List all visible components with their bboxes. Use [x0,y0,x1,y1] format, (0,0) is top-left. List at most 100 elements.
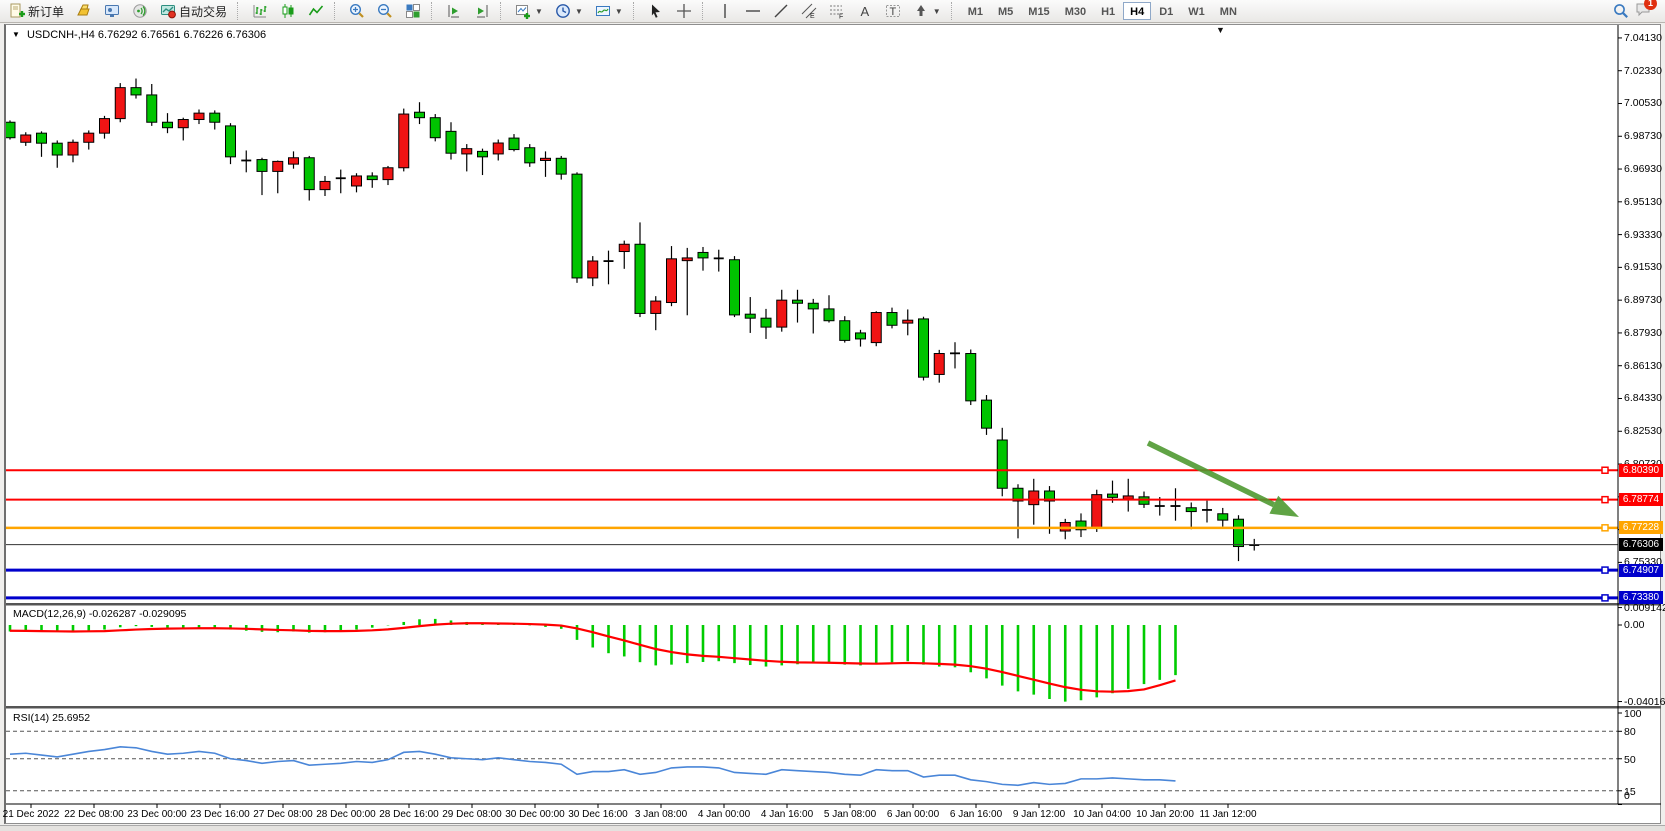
candle [1076,513,1086,537]
price-line-badge: 6.80390 [1619,464,1663,477]
candle [871,311,881,346]
signal-button[interactable] [127,1,153,21]
time-tick-label: 27 Dec 08:00 [253,809,313,820]
price-line-badge: 6.78774 [1619,493,1663,506]
timeframe-button-w1[interactable]: W1 [1181,2,1212,20]
toolbar-separator [334,2,339,20]
text-button[interactable]: A [852,1,878,21]
new-order-button[interactable]: 新订单 [4,1,69,21]
candle [163,113,173,133]
crosshair-button[interactable] [671,1,697,21]
chart-shift-button[interactable] [441,1,467,21]
time-tick-label: 4 Jan 00:00 [698,809,750,820]
candle [950,342,960,368]
candle [745,297,755,333]
arrows-icon [913,3,929,19]
line-chart-button[interactable] [303,1,329,21]
rsi-axis-label: 0 [1624,790,1630,802]
horizontal-line-icon [745,3,761,19]
new-order-icon [9,3,25,19]
candle [556,156,566,180]
candle [604,251,614,285]
periods-button[interactable]: ▼ [550,1,588,21]
timeframe-button-mn[interactable]: MN [1213,2,1244,20]
timeframe-button-m1[interactable]: M1 [961,2,990,20]
candle [667,246,677,306]
timeframe-button-m15[interactable]: M15 [1021,2,1056,20]
macd-axis-label: 0.00 [1624,619,1644,631]
timeframe-button-m30[interactable]: M30 [1058,2,1093,20]
candle [289,151,299,168]
horizontal-line-button[interactable] [740,1,766,21]
candle [982,395,992,435]
zoom-out-button[interactable] [372,1,398,21]
toolbar-separator [633,2,638,20]
tile-windows-button[interactable] [400,1,426,21]
chart-shift-marker-icon[interactable]: ▼ [1216,25,1225,35]
timeframe-button-m5[interactable]: M5 [991,2,1020,20]
price-tick-label: 6.91530 [1624,261,1662,273]
time-tick-label: 30 Dec 00:00 [505,809,565,820]
zoom-in-button[interactable] [344,1,370,21]
timeframe-button-h1[interactable]: H1 [1094,2,1122,20]
gold-icon [76,3,92,19]
candle [241,150,251,172]
frame-layer [6,25,1661,808]
candles-layer [6,79,1259,562]
line-handle[interactable] [1602,567,1608,573]
rsi-axis-label: 100 [1624,708,1642,720]
time-tick-label: 22 Dec 08:00 [64,809,124,820]
timeframe-button-d1[interactable]: D1 [1152,2,1180,20]
candle [100,116,110,139]
candle [588,256,598,286]
bar-chart-button[interactable] [247,1,273,21]
trend-arrow[interactable] [1148,443,1274,505]
fibonacci-button[interactable]: F [824,1,850,21]
template-button[interactable]: ▼ [590,1,628,21]
chart-title: ▼ USDCNH-,H4 6.76292 6.76561 6.76226 6.7… [12,29,266,41]
symbol-dropdown-icon[interactable]: ▼ [12,30,20,39]
candle [21,132,31,146]
search-icon[interactable] [1613,3,1629,19]
channel-button[interactable]: E [796,1,822,21]
macd-indicator-label: MACD(12,26,9) -0.026287 -0.029095 [13,608,186,620]
market-watch-button[interactable] [71,1,97,21]
data-window-button[interactable] [99,1,125,21]
candle [808,299,818,334]
timeframe-button-h4[interactable]: H4 [1123,2,1151,20]
autotrade-button[interactable]: 自动交易 [155,1,232,21]
new-chart-button[interactable]: ▼ [510,1,548,21]
candle [919,317,929,381]
line-handle[interactable] [1602,595,1608,601]
panel-separator[interactable] [6,603,1661,606]
candle [1123,479,1133,512]
auto-scroll-button[interactable] [469,1,495,21]
candle [934,350,944,383]
label-button[interactable]: T [880,1,906,21]
trendline-button[interactable] [768,1,794,21]
cursor-button[interactable] [643,1,669,21]
candle [793,290,803,323]
toolbar: 新订单 自动交易 [0,0,1665,23]
notifications-button[interactable]: 1 [1635,1,1651,22]
price-tick-label: 7.04130 [1624,32,1662,44]
line-handle[interactable] [1602,497,1608,503]
vertical-line-button[interactable] [712,1,738,21]
candle [194,109,204,124]
chart-canvas[interactable] [6,25,1661,823]
line-handle[interactable] [1602,525,1608,531]
autotrade-label: 自动交易 [179,3,227,20]
candle [399,109,409,172]
arrows-button[interactable]: ▼ [908,1,946,21]
line-handle[interactable] [1602,467,1608,473]
price-tick-label: 6.82530 [1624,425,1662,437]
candlestick-chart-button[interactable] [275,1,301,21]
toolbar-separator [237,2,242,20]
panel-separator[interactable] [6,706,1661,709]
toolbar-separator [951,2,956,20]
candle [478,149,488,175]
chart-window: ▼ USDCNH-,H4 6.76292 6.76561 6.76226 6.7… [4,24,1661,824]
price-tick-label: 6.95130 [1624,196,1662,208]
candle [997,428,1007,496]
time-tick-label: 21 Dec 2022 [3,809,60,820]
